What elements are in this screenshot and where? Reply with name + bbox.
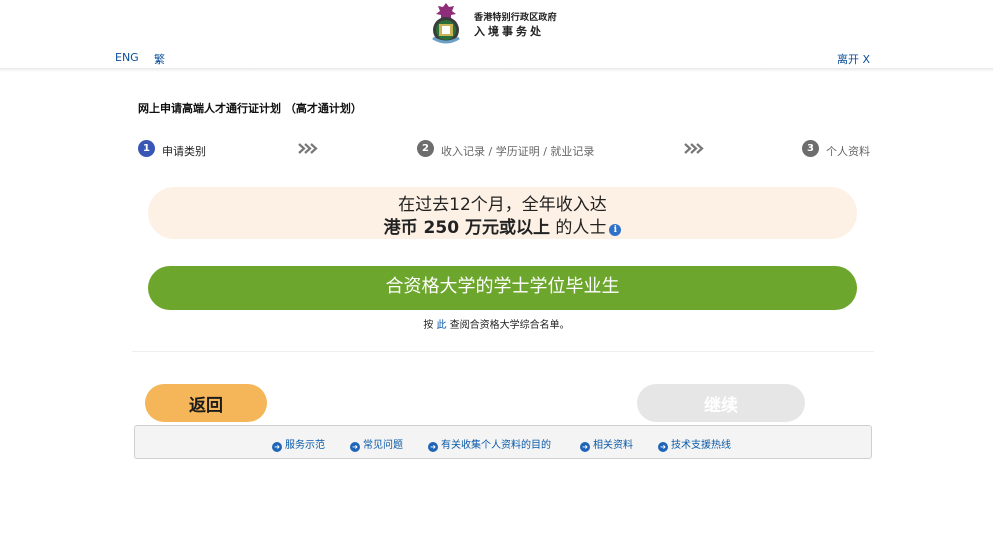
step-3-number: 3 xyxy=(802,140,819,157)
arrow-circle-right-icon: ➜ xyxy=(580,442,590,452)
footer-links-bar: ➜ 服务示范 ➜ 常见问题 ➜ 有关收集个人资料的目的 ➜ 相关资料 ➜ 技术支援热线 xyxy=(134,425,872,459)
step-2-number: 2 xyxy=(417,140,434,157)
header-divider xyxy=(0,68,993,72)
option-high-income-suffix: 的人士 xyxy=(549,218,607,238)
info-icon[interactable]: i xyxy=(609,224,622,236)
step-1-label: 申请类别 xyxy=(162,145,206,158)
option-high-income-line2: 港币 250 万元或以上 的人士 i xyxy=(148,213,857,238)
language-english-link[interactable]: ENG xyxy=(115,51,139,64)
department-name-line2: 入境事务处 xyxy=(474,25,544,38)
arrow-circle-right-icon: ➜ xyxy=(658,442,668,452)
option-degree-graduate[interactable]: 合资格大学的学士学位毕业生 xyxy=(148,266,857,310)
footer-link-label: 有关收集个人资料的目的 xyxy=(441,440,551,451)
department-name-line1: 香港特别行政区政府 xyxy=(474,13,557,23)
page-title: 网上申请高端人才通行证计划 （高才通计划） xyxy=(138,102,362,115)
footer-link-label: 相关资料 xyxy=(593,440,633,451)
step-3-label: 个人资料 xyxy=(826,145,870,158)
hksar-immigration-emblem-icon xyxy=(432,3,460,44)
option-high-income-line1: 在过去12个月，全年收入达 xyxy=(398,195,607,215)
continue-button[interactable]: 继续 xyxy=(637,384,805,422)
note-prefix: 按 xyxy=(423,320,437,331)
step-2-label: 收入记录 / 学历证明 / 就业记录 xyxy=(441,145,595,158)
footer-link-tech-support-hotline[interactable]: ➜ 技术支援热线 xyxy=(658,436,731,452)
footer-link-related-info[interactable]: ➜ 相关资料 xyxy=(580,436,633,452)
footer-link-faq[interactable]: ➜ 常见问题 xyxy=(350,436,403,452)
footer-link-data-collection-purpose[interactable]: ➜ 有关收集个人资料的目的 xyxy=(428,436,551,452)
arrow-circle-right-icon: ➜ xyxy=(272,442,282,452)
leave-link[interactable]: 离开 X xyxy=(837,51,870,67)
footer-link-label: 技术支援热线 xyxy=(671,440,731,451)
language-traditional-chinese-link[interactable]: 繁 xyxy=(154,51,165,67)
back-button[interactable]: 返回 xyxy=(145,384,267,422)
footer-link-service-demo[interactable]: ➜ 服务示范 xyxy=(272,436,325,452)
university-list-note: 按 此 查阅合资格大学综合名单。 xyxy=(0,316,993,331)
note-suffix: 查阅合资格大学综合名单。 xyxy=(446,320,570,331)
arrow-circle-right-icon: ➜ xyxy=(428,442,438,452)
option-high-income-amount: 港币 250 万元或以上 xyxy=(383,218,550,238)
footer-link-label: 服务示范 xyxy=(285,440,325,451)
step-1-number: 1 xyxy=(138,140,155,157)
arrow-circle-right-icon: ➜ xyxy=(350,442,360,452)
footer-link-label: 常见问题 xyxy=(363,440,403,451)
option-high-income[interactable]: 在过去12个月，全年收入达 港币 250 万元或以上 的人士 i xyxy=(148,187,857,239)
university-list-link[interactable]: 此 xyxy=(437,320,447,331)
step-chevrons-icon xyxy=(298,143,318,154)
step-chevrons-icon xyxy=(684,143,704,154)
section-divider xyxy=(132,351,874,352)
